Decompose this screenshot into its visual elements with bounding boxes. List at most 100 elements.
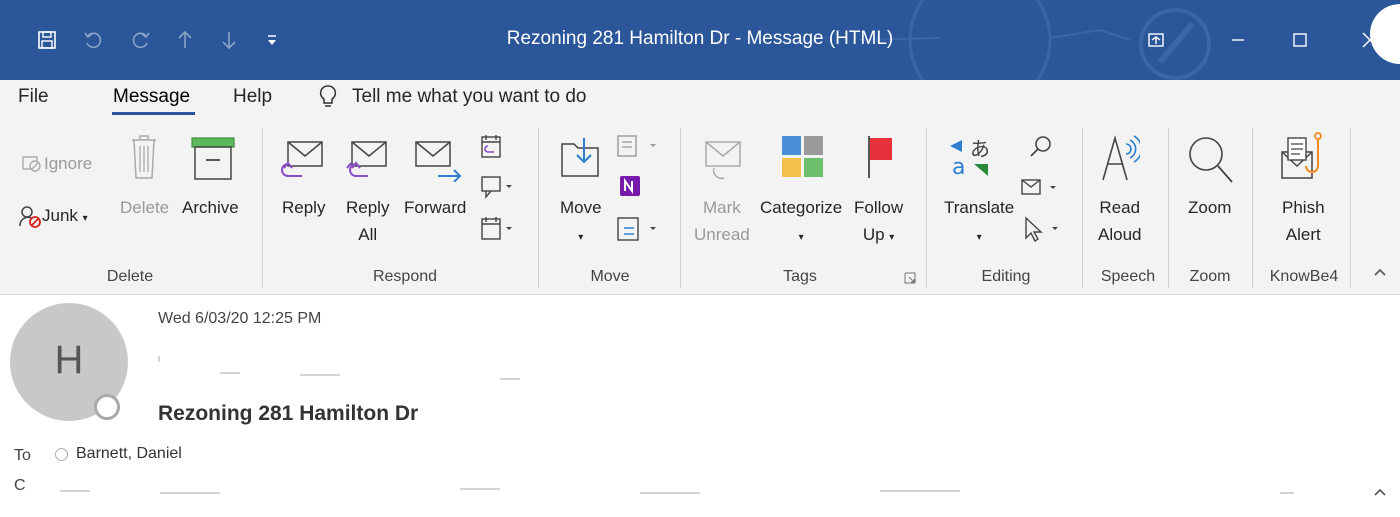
dialog-launcher-icon[interactable] — [904, 272, 916, 284]
cc-label: C — [14, 477, 26, 494]
group-divider — [262, 128, 263, 288]
follow-up-button[interactable]: Follow Up ▾ — [854, 194, 903, 251]
svg-text:あ: あ — [970, 137, 990, 161]
menu-bar: File Message Help — [0, 80, 1400, 116]
read-aloud-label-2: Aloud — [1098, 225, 1142, 244]
mark-unread-label-2: Unread — [694, 225, 750, 244]
im-reply-icon[interactable] — [480, 174, 514, 200]
minimize-button[interactable] — [1212, 20, 1264, 60]
reply-all-button[interactable]: Reply All — [346, 194, 389, 248]
select-cursor-icon[interactable] — [1022, 216, 1064, 244]
tab-message[interactable]: Message — [113, 86, 190, 108]
maximize-button[interactable] — [1274, 20, 1326, 60]
zoom-button[interactable]: Zoom — [1188, 194, 1231, 221]
phish-alert-icon — [1281, 132, 1322, 179]
actions-icon[interactable] — [616, 216, 660, 242]
move-button[interactable]: Move ▾ — [560, 194, 602, 251]
forward-icon — [415, 141, 462, 182]
redacted-cc — [880, 490, 960, 492]
group-label-tags: Tags — [783, 268, 817, 285]
mark-unread-button[interactable]: Mark Unread — [694, 194, 750, 248]
categorize-button[interactable]: Categorize ▾ — [760, 194, 842, 251]
reply-all-label-2: All — [358, 225, 378, 244]
group-divider — [1252, 128, 1253, 288]
find-icon[interactable] — [1028, 134, 1054, 160]
junk-label: Junk — [42, 206, 78, 225]
mark-unread-label-1: Mark — [702, 198, 741, 217]
reply-icon — [281, 141, 323, 177]
junk-button[interactable]: Junk ▾ — [42, 202, 88, 232]
meeting-reply-icon[interactable] — [480, 134, 502, 160]
group-label-move: Move — [590, 268, 630, 285]
redacted-cc — [1280, 492, 1294, 494]
message-date: Wed 6/03/20 12:25 PM — [158, 310, 322, 327]
ignore-button[interactable]: Ignore — [44, 150, 92, 177]
categorize-label: Categorize — [760, 198, 843, 217]
group-divider — [680, 128, 681, 288]
redacted-cc — [640, 492, 700, 494]
group-label-editing: Editing — [981, 268, 1031, 285]
read-aloud-button[interactable]: Read Aloud — [1098, 194, 1141, 248]
redacted-cc — [460, 488, 500, 490]
svg-text:a: a — [952, 155, 965, 178]
tab-help[interactable]: Help — [233, 86, 272, 108]
delete-trash-icon — [132, 135, 156, 179]
redacted-sender — [300, 374, 340, 376]
group-label-zoom: Zoom — [1189, 268, 1231, 285]
follow-up-flag-icon — [868, 136, 892, 178]
reply-all-label-1: Reply — [346, 198, 390, 217]
follow-up-label-2: Up — [862, 225, 885, 244]
title-bar: Rezoning 281 Hamilton Dr - Message (HTML… — [0, 0, 1400, 80]
archive-icon — [191, 137, 235, 180]
to-label: To — [14, 447, 31, 464]
redacted-sender — [158, 356, 160, 362]
translate-label: Translate — [944, 198, 1015, 217]
translate-button[interactable]: Translate ▾ — [944, 194, 1014, 251]
group-divider — [926, 128, 927, 288]
group-divider — [538, 128, 539, 288]
categorize-icon — [782, 136, 823, 177]
redacted-cc — [160, 492, 220, 494]
group-divider — [1082, 128, 1083, 288]
lightbulb-icon[interactable] — [318, 84, 338, 110]
redacted-sender — [500, 378, 520, 380]
delete-button[interactable]: Delete — [120, 194, 169, 221]
archive-button[interactable]: Archive — [182, 194, 239, 221]
collapse-ribbon-icon[interactable] — [1372, 264, 1388, 280]
recipient-presence-icon — [55, 448, 68, 461]
move-label: Move — [560, 198, 602, 217]
ribbon-display-options-icon[interactable] — [1130, 20, 1182, 60]
group-label-respond: Respond — [372, 268, 438, 285]
phish-alert-button[interactable]: Phish Alert — [1282, 194, 1325, 248]
onenote-icon[interactable] — [618, 174, 642, 198]
tab-file[interactable]: File — [18, 86, 49, 108]
group-label-knowbe4: KnowBe4 — [1269, 268, 1339, 285]
group-label-speech: Speech — [1100, 268, 1156, 285]
close-button[interactable] — [1344, 20, 1396, 60]
avatar-initial: H — [54, 338, 84, 382]
group-divider — [1350, 128, 1351, 288]
related-icon[interactable] — [1020, 176, 1064, 200]
redacted-sender — [220, 372, 240, 374]
collapse-header-icon[interactable] — [1372, 484, 1388, 500]
to-recipient[interactable]: Barnett, Daniel — [76, 445, 182, 463]
reply-button[interactable]: Reply — [282, 194, 325, 221]
group-label-delete: Delete — [106, 268, 154, 285]
redacted-cc — [60, 490, 90, 492]
phish-alert-label-2: Alert — [1285, 225, 1321, 244]
more-respond-icon[interactable] — [480, 216, 514, 242]
active-tab-indicator — [112, 112, 195, 115]
message-subject: Rezoning 281 Hamilton Dr — [158, 402, 419, 425]
move-icon — [561, 138, 599, 177]
window-title: Rezoning 281 Hamilton Dr - Message (HTML… — [506, 28, 894, 49]
junk-icon — [19, 206, 41, 228]
read-aloud-icon — [1102, 135, 1140, 181]
tell-me-search[interactable]: Tell me what you want to do — [352, 86, 586, 108]
forward-button[interactable]: Forward — [404, 194, 466, 221]
phish-alert-label-1: Phish — [1282, 198, 1325, 217]
rules-icon[interactable] — [616, 134, 660, 158]
presence-status-icon — [94, 394, 120, 420]
reply-all-icon — [346, 141, 387, 177]
translate-icon: a あ — [950, 137, 990, 178]
read-aloud-label-1: Read — [1099, 198, 1141, 217]
